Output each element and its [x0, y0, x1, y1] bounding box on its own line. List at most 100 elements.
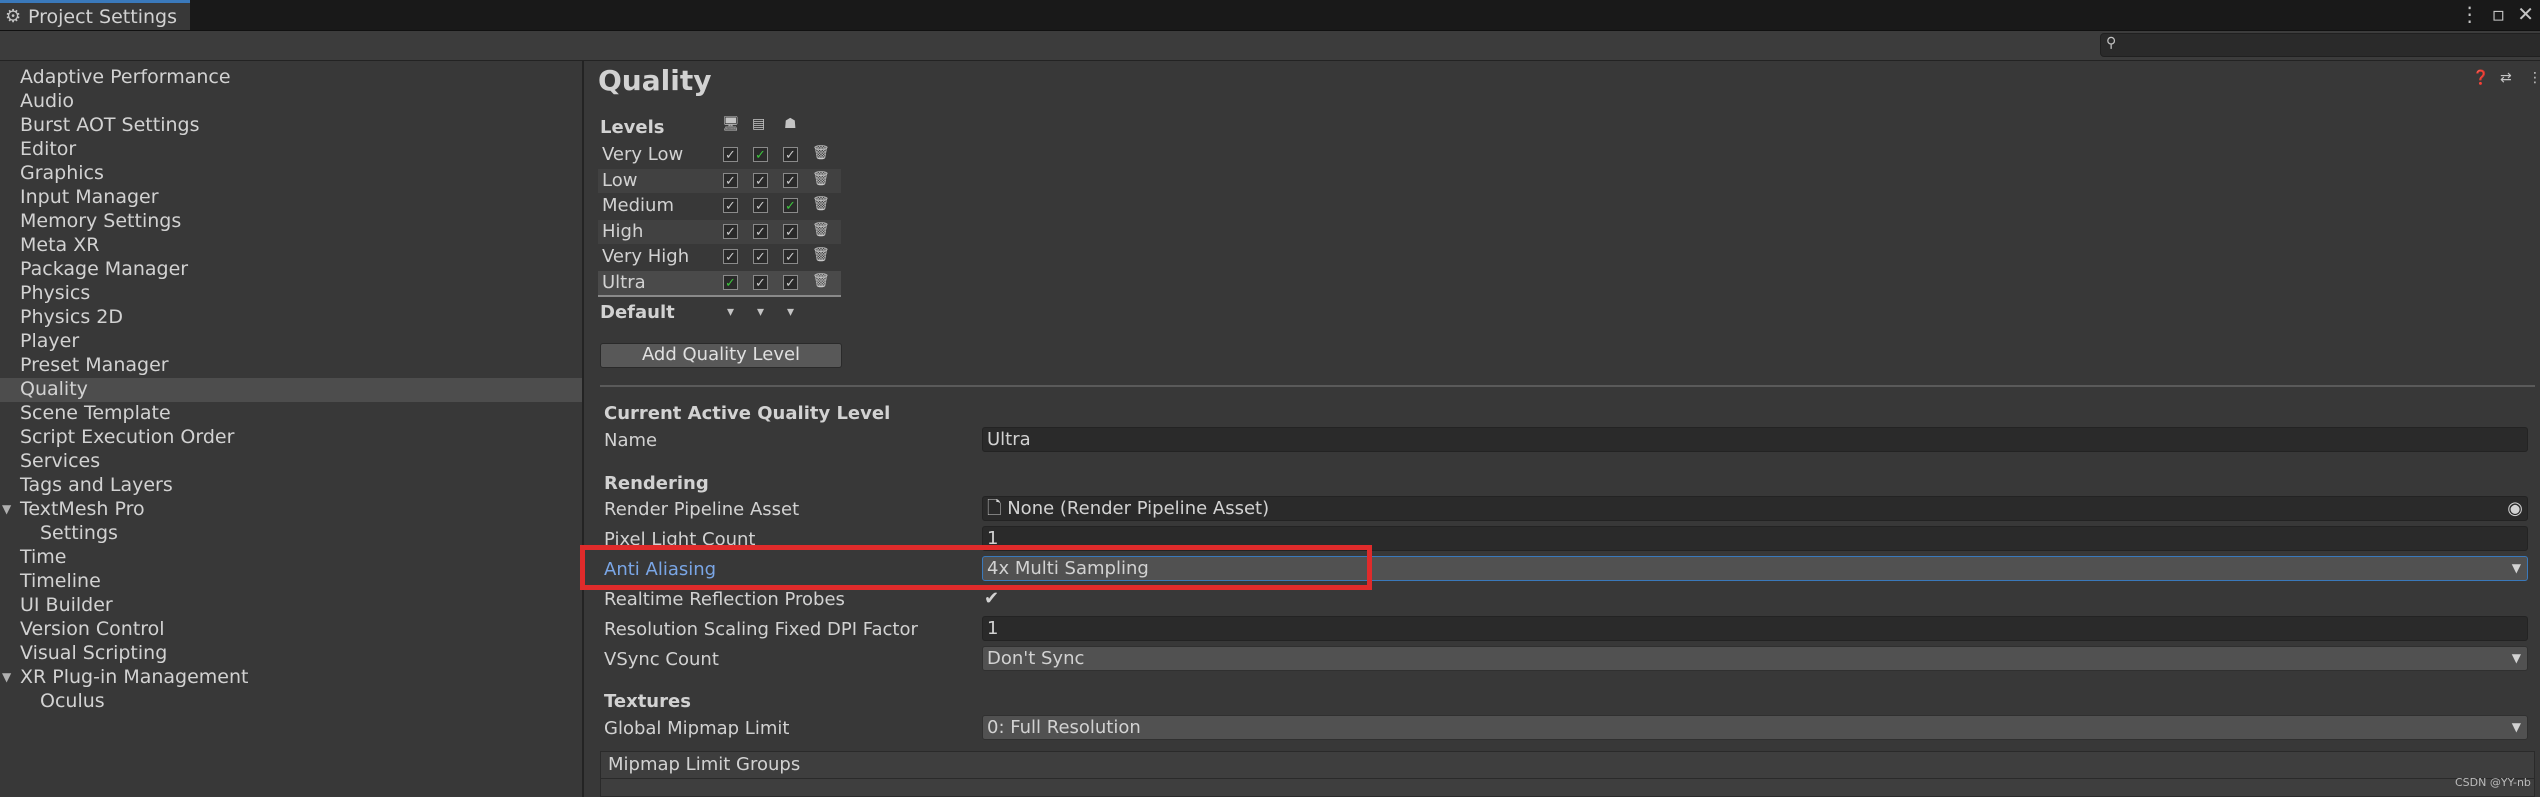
maximize-icon[interactable]: ▫: [2492, 2, 2506, 26]
sidebar-item-script-execution-order[interactable]: Script Execution Order: [20, 426, 234, 450]
delete-icon[interactable]: 🗑: [812, 273, 830, 289]
mipmap-limit-groups-panel[interactable]: [600, 751, 2535, 797]
mipmap-limit-groups-label: Mipmap Limit Groups: [608, 754, 801, 775]
platform-checkbox[interactable]: ✓: [723, 249, 738, 265]
render-pipeline-asset-field[interactable]: 🗋 None (Render Pipeline Asset) ◉: [982, 496, 2528, 521]
add-quality-level-button[interactable]: Add Quality Level: [600, 343, 842, 368]
default-level-checkbox[interactable]: ✓: [783, 198, 798, 214]
platform-checkbox[interactable]: ✓: [723, 173, 738, 189]
sidebar-item-preset-manager[interactable]: Preset Manager: [20, 354, 169, 378]
sidebar-item-visual-scripting[interactable]: Visual Scripting: [20, 642, 167, 666]
textures-header: Textures: [604, 691, 691, 712]
resolution-scaling-field[interactable]: 1: [982, 616, 2528, 641]
default-dropdown-server[interactable]: ▾: [757, 304, 764, 320]
platform-checkbox[interactable]: ✓: [723, 198, 738, 214]
sidebar-item-memory-settings[interactable]: Memory Settings: [20, 210, 181, 234]
platform-checkbox[interactable]: ✓: [723, 224, 738, 240]
platform-checkbox[interactable]: ✓: [723, 147, 738, 163]
sidebar-item-label: Physics: [20, 282, 91, 304]
platform-checkbox[interactable]: ✓: [783, 173, 798, 189]
sidebar-item-label: Memory Settings: [20, 210, 182, 232]
sidebar-item-textmesh-pro[interactable]: ▼ TextMesh Pro: [2, 498, 145, 522]
vsync-count-dropdown[interactable]: Don't Sync ▼: [982, 646, 2528, 671]
platform-checkbox[interactable]: ✓: [783, 275, 798, 291]
expand-triangle-icon[interactable]: ▼: [2, 670, 11, 684]
platform-checkbox[interactable]: ✓: [783, 249, 798, 265]
sidebar-item-time[interactable]: Time: [20, 546, 67, 570]
levels-divider: [598, 295, 841, 297]
vsync-count-label: VSync Count: [604, 649, 719, 670]
sidebar-item-services[interactable]: Services: [20, 450, 100, 474]
sidebar-item-physics-2d[interactable]: Physics 2D: [20, 306, 123, 330]
sidebar-item-label: Oculus: [40, 690, 105, 712]
realtime-reflection-probes-checkbox[interactable]: ✔: [984, 588, 999, 609]
delete-icon[interactable]: 🗑: [812, 247, 830, 263]
sidebar-item-ui-builder[interactable]: UI Builder: [20, 594, 113, 618]
sidebar-item-graphics[interactable]: Graphics: [20, 162, 104, 186]
sidebar-item-editor[interactable]: Editor: [20, 138, 76, 162]
server-icon: ▤: [752, 116, 766, 132]
platform-checkbox[interactable]: ✓: [753, 173, 768, 189]
section-divider: [600, 385, 2535, 387]
object-picker-icon[interactable]: ◉: [2507, 497, 2523, 520]
sidebar-item-physics[interactable]: Physics: [20, 282, 90, 306]
global-mipmap-limit-label: Global Mipmap Limit: [604, 718, 790, 739]
sidebar-item-timeline[interactable]: Timeline: [20, 570, 101, 594]
sidebar-item-label: UI Builder: [20, 594, 113, 616]
name-label: Name: [604, 430, 658, 451]
sidebar-item-adaptive-performance[interactable]: Adaptive Performance: [20, 66, 231, 90]
search-input[interactable]: ⚲: [2100, 33, 2540, 57]
platform-checkbox[interactable]: ✓: [753, 224, 768, 240]
sidebar-item-quality[interactable]: Quality: [0, 378, 582, 402]
delete-icon[interactable]: 🗑: [812, 222, 830, 238]
page-title: Quality: [598, 64, 712, 97]
sidebar-item-player[interactable]: Player: [20, 330, 79, 354]
sidebar-item-package-manager[interactable]: Package Manager: [20, 258, 188, 282]
render-pipeline-asset-label: Render Pipeline Asset: [604, 499, 800, 520]
asset-file-icon: 🗋: [987, 498, 1002, 519]
more-icon[interactable]: ⋮: [2528, 70, 2540, 86]
default-dropdown-android[interactable]: ▾: [787, 304, 794, 320]
desktop-icon: 🖥: [722, 116, 740, 132]
sidebar-item-label: Tags and Layers: [20, 474, 173, 496]
sidebar-item-settings[interactable]: Settings: [40, 522, 118, 546]
sidebar-item-scene-template[interactable]: Scene Template: [20, 402, 171, 426]
sidebar-item-label: Services: [20, 450, 101, 472]
sidebar-item-audio[interactable]: Audio: [20, 90, 74, 114]
sidebar-item-xr-plug-in-management[interactable]: ▼ XR Plug-in Management: [2, 666, 248, 690]
delete-icon[interactable]: 🗑: [812, 196, 830, 212]
more-options-icon[interactable]: ⋮: [2460, 2, 2480, 26]
sidebar-item-label: Player: [20, 330, 80, 352]
default-level-checkbox[interactable]: ✓: [753, 147, 768, 163]
sidebar-item-label: Package Manager: [20, 258, 189, 280]
sidebar-item-version-control[interactable]: Version Control: [20, 618, 165, 642]
platform-checkbox[interactable]: ✓: [783, 147, 798, 163]
sidebar-item-label: Script Execution Order: [20, 426, 235, 448]
platform-checkbox[interactable]: ✓: [783, 224, 798, 240]
preset-icon[interactable]: ⇄: [2500, 70, 2512, 86]
expand-triangle-icon[interactable]: ▼: [2, 502, 11, 516]
close-icon[interactable]: ✕: [2517, 2, 2534, 26]
global-mipmap-limit-dropdown[interactable]: 0: Full Resolution ▼: [982, 715, 2528, 740]
sidebar-item-label: Editor: [20, 138, 77, 160]
sidebar-item-burst-aot-settings[interactable]: Burst AOT Settings: [20, 114, 199, 138]
help-icon[interactable]: ❓: [2472, 70, 2489, 86]
delete-icon[interactable]: 🗑: [812, 171, 830, 187]
name-field[interactable]: Ultra: [982, 427, 2528, 452]
default-dropdown-desktop[interactable]: ▾: [727, 304, 734, 320]
sidebar-item-label: Meta XR: [20, 234, 100, 256]
quality-level-name: Low: [602, 170, 638, 191]
delete-icon[interactable]: 🗑: [812, 145, 830, 161]
title-bar: [0, 0, 2540, 31]
platform-checkbox[interactable]: ✓: [753, 249, 768, 265]
sidebar-item-input-manager[interactable]: Input Manager: [20, 186, 159, 210]
sidebar-item-oculus[interactable]: Oculus: [40, 690, 105, 714]
sidebar-item-tags-and-layers[interactable]: Tags and Layers: [20, 474, 173, 498]
window-tab[interactable]: ⚙ Project Settings: [0, 0, 190, 30]
sidebar-item-label: Timeline: [20, 570, 101, 592]
global-mipmap-limit-value: 0: Full Resolution: [987, 717, 1141, 738]
platform-checkbox[interactable]: ✓: [753, 198, 768, 214]
default-level-checkbox[interactable]: ✓: [723, 275, 738, 291]
sidebar-item-meta-xr[interactable]: Meta XR: [20, 234, 99, 258]
platform-checkbox[interactable]: ✓: [753, 275, 768, 291]
